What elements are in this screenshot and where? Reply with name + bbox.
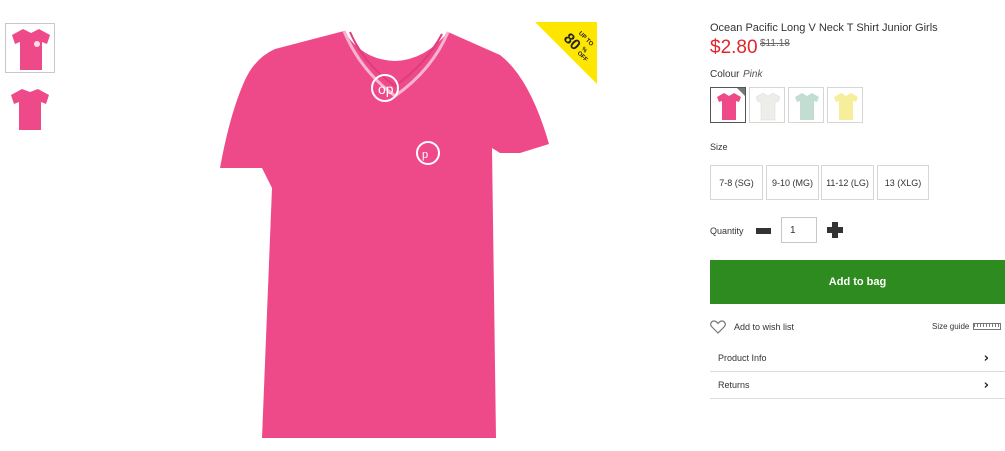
product-title: Ocean Pacific Long V Neck T Shirt Junior… bbox=[710, 22, 938, 34]
svg-text:p: p bbox=[422, 149, 428, 161]
size-label: Size bbox=[710, 142, 728, 152]
thumbnail-front[interactable] bbox=[5, 23, 55, 73]
size-guide-link[interactable]: Size guide bbox=[932, 322, 1002, 331]
quantity-input[interactable] bbox=[781, 217, 817, 243]
chevron-right-icon: › bbox=[983, 350, 989, 366]
chevron-right-icon: › bbox=[983, 377, 989, 393]
quantity-increase-button[interactable] bbox=[827, 222, 843, 238]
wish-list-link[interactable]: Add to wish list bbox=[710, 319, 794, 335]
svg-text:op: op bbox=[378, 81, 394, 97]
colour-swatch-white[interactable] bbox=[749, 87, 785, 123]
size-option-9-10[interactable]: 9-10 (MG) bbox=[766, 165, 819, 200]
accordion-returns[interactable]: Returns › bbox=[710, 372, 1005, 399]
selected-colour: Pink bbox=[743, 69, 763, 80]
accordion-returns-label: Returns bbox=[718, 380, 750, 390]
colour-swatch-mint[interactable] bbox=[788, 87, 824, 123]
swatch-shirt-white bbox=[755, 92, 781, 121]
size-option-13[interactable]: 13 (XLG) bbox=[877, 165, 929, 200]
discount-badge: UP TO 80 % OFF bbox=[535, 22, 597, 84]
swatch-shirt-mint bbox=[795, 93, 819, 120]
product-price: $2.80 bbox=[710, 37, 758, 58]
swatch-shirt-yellow bbox=[834, 93, 858, 120]
wish-list-label: Add to wish list bbox=[734, 322, 795, 332]
colour-label: Colour bbox=[710, 69, 740, 80]
colour-swatch-yellow[interactable] bbox=[827, 87, 863, 123]
accordion-product-info-label: Product Info bbox=[718, 353, 767, 363]
colour-swatch-pink[interactable] bbox=[710, 87, 746, 123]
size-guide-label: Size guide bbox=[932, 322, 970, 331]
quantity-decrease-button[interactable] bbox=[756, 228, 771, 234]
ruler-icon bbox=[973, 323, 1002, 330]
size-option-11-12[interactable]: 11-12 (LG) bbox=[821, 165, 874, 200]
accordion-product-info[interactable]: Product Info › bbox=[710, 345, 1005, 372]
heart-icon bbox=[710, 320, 726, 334]
thumbnail-back[interactable] bbox=[5, 84, 55, 134]
thumbnail-front-image bbox=[12, 29, 50, 70]
size-option-7-8[interactable]: 7-8 (SG) bbox=[710, 165, 763, 200]
was-price: $11.18 bbox=[760, 38, 790, 49]
quantity-label: Quantity bbox=[710, 226, 744, 236]
thumbnail-back-image bbox=[11, 89, 49, 130]
add-to-bag-button[interactable]: Add to bag bbox=[710, 260, 1005, 304]
